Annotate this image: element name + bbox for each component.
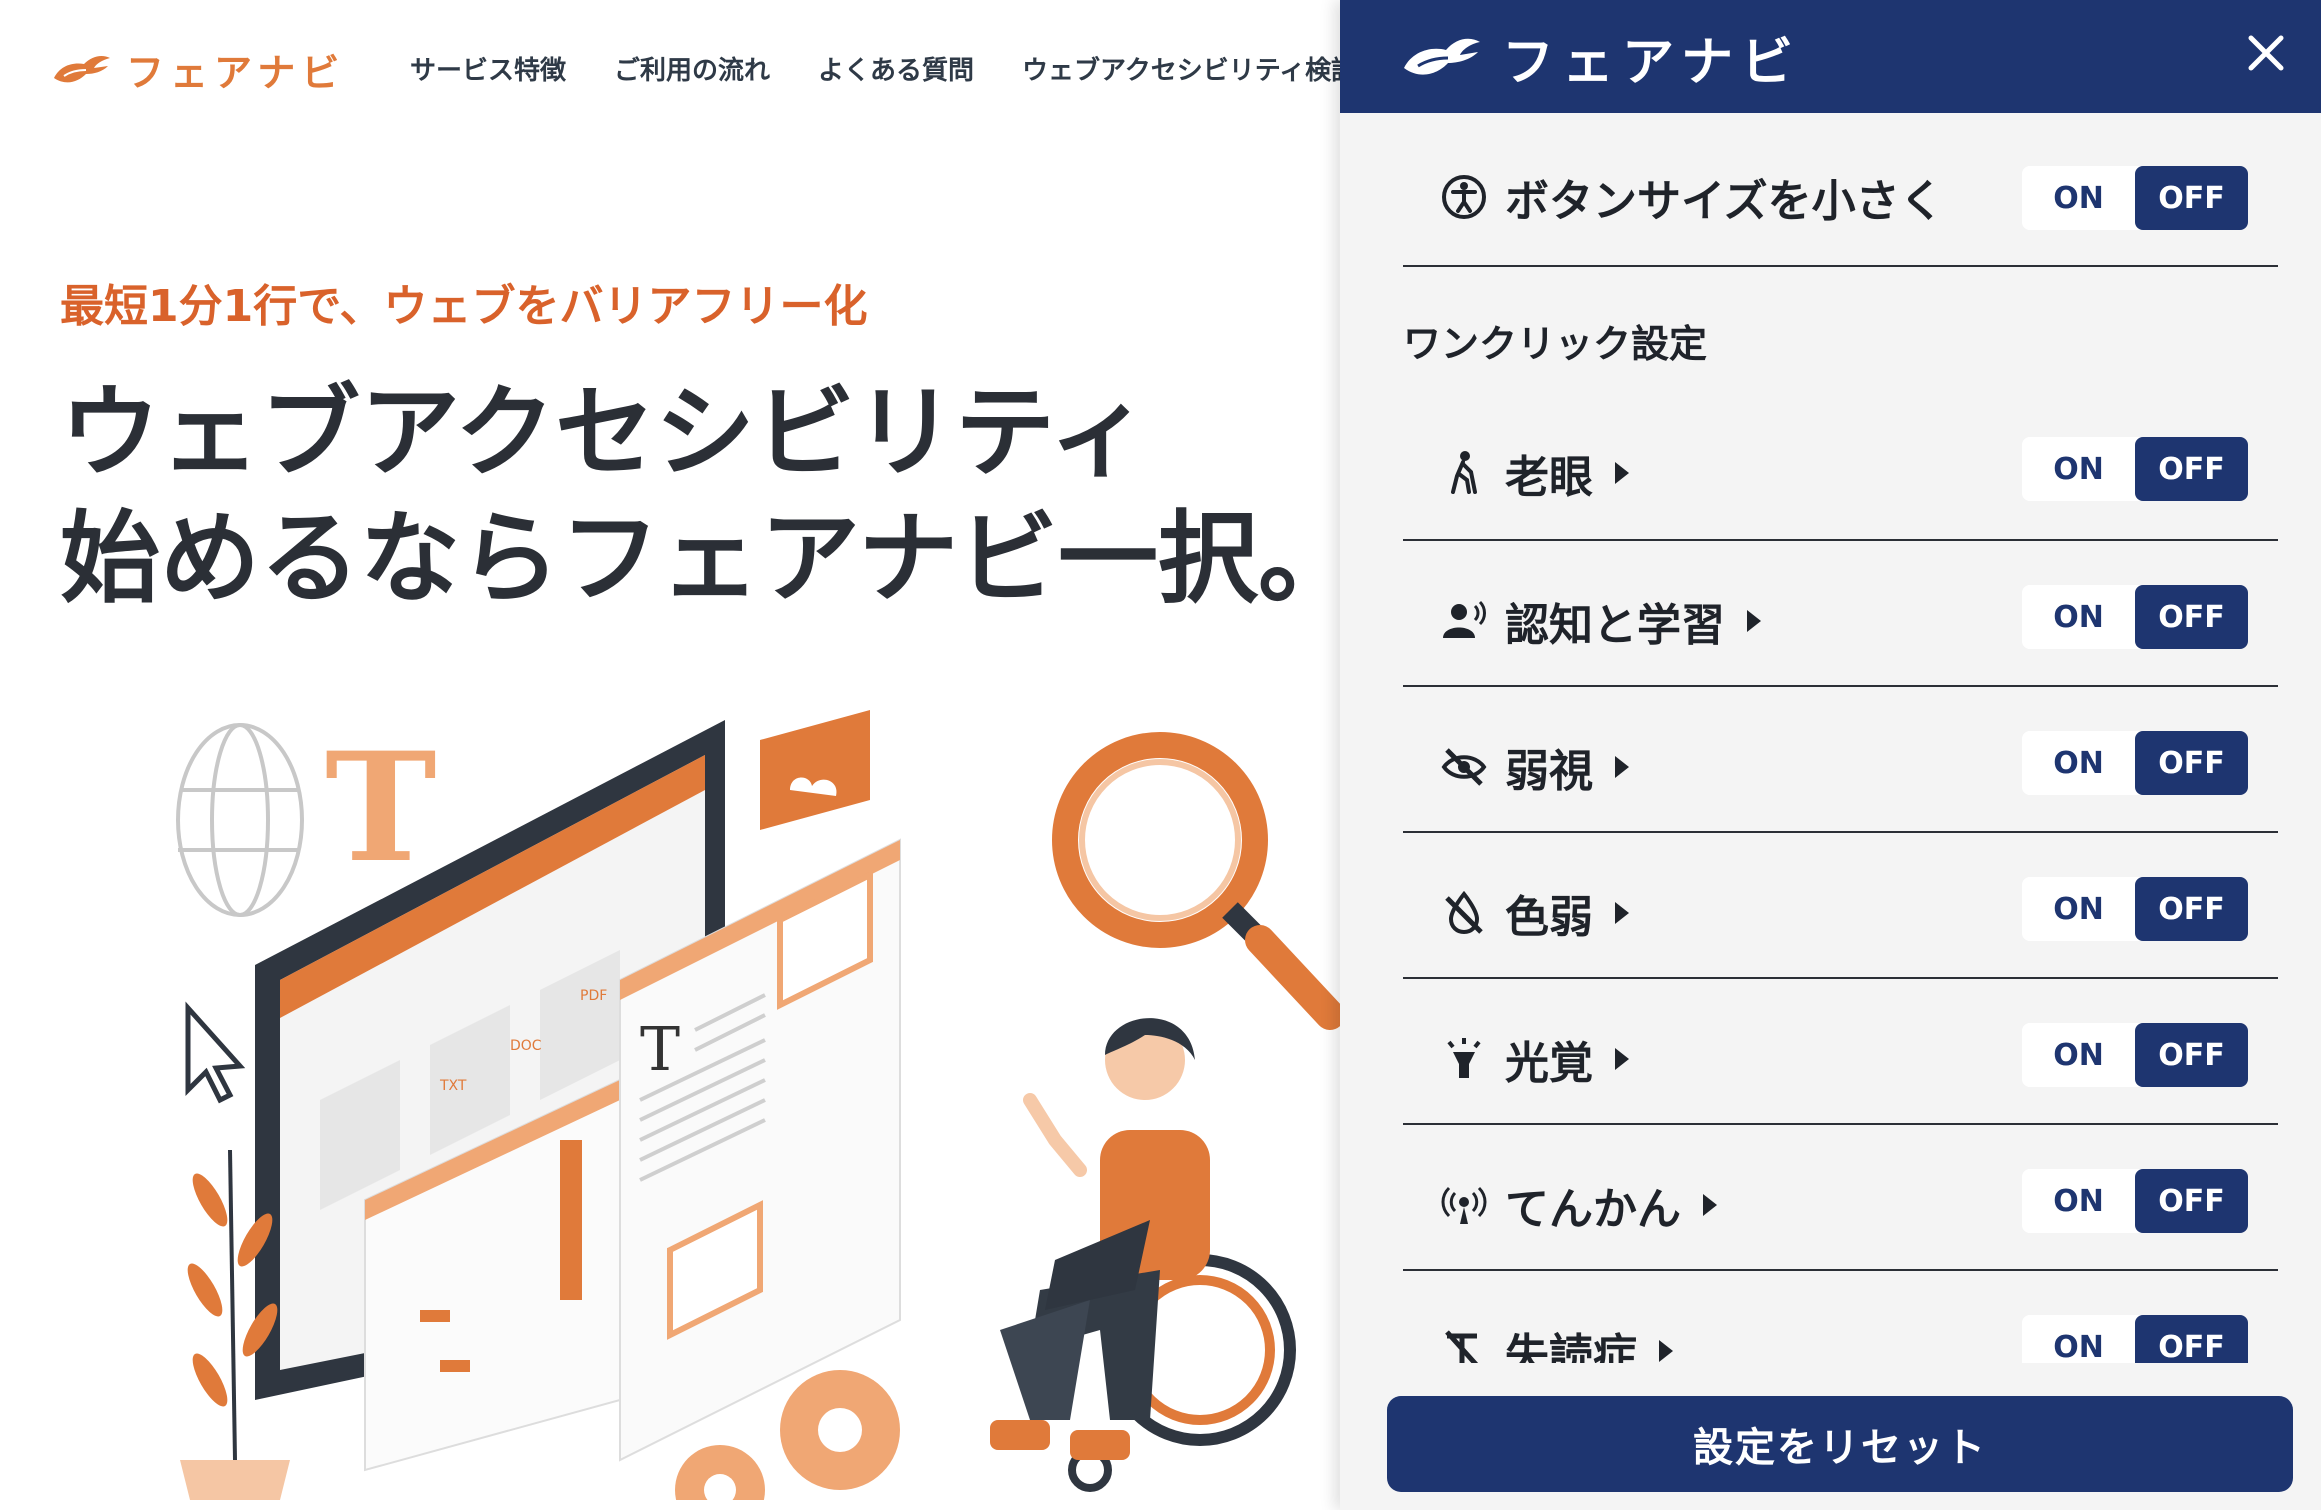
one-click-settings-title: ワンクリック設定 bbox=[1403, 322, 1708, 366]
cursor-icon bbox=[185, 1001, 246, 1104]
toggle-on-button[interactable]: ON bbox=[2022, 1315, 2135, 1363]
toggle-on-button[interactable]: ON bbox=[2022, 1169, 2135, 1233]
magnifier-icon bbox=[1052, 732, 1340, 1030]
txt-file-label: TXT bbox=[439, 1078, 467, 1094]
preset-label: てんかん bbox=[1505, 1184, 1681, 1235]
preset-toggle: ON OFF bbox=[2022, 1169, 2248, 1233]
preset-label: 認知と学習 bbox=[1505, 600, 1725, 651]
toggle-on-button[interactable]: ON bbox=[2022, 585, 2135, 649]
cloud-folder-icon bbox=[760, 710, 870, 830]
expand-arrow-icon bbox=[1659, 1340, 1673, 1362]
expand-arrow-icon bbox=[1615, 1048, 1629, 1070]
toggle-off-button[interactable]: OFF bbox=[2135, 1315, 2248, 1363]
button-size-label: ボタンサイズを小さく bbox=[1505, 176, 1944, 227]
expand-arrow-icon bbox=[1615, 756, 1629, 778]
reset-settings-button[interactable]: 設定をリセット bbox=[1387, 1396, 2293, 1492]
preset-label: 色弱 bbox=[1505, 892, 1593, 943]
preset-label: 失読症 bbox=[1505, 1330, 1637, 1363]
expand-arrow-icon bbox=[1615, 902, 1629, 924]
preset-toggle: ON OFF bbox=[2022, 731, 2248, 795]
expand-arrow-icon bbox=[1747, 610, 1761, 632]
hands-logo-icon bbox=[54, 55, 110, 82]
button-size-off[interactable]: OFF bbox=[2135, 166, 2248, 230]
preset-row-light-sensitivity: 光覚 ON OFF bbox=[1403, 979, 2278, 1125]
toggle-on-button[interactable]: ON bbox=[2022, 437, 2135, 501]
panel-logo-text: フェアナビ bbox=[1502, 33, 1801, 93]
panel-header: フェアナビ bbox=[1340, 0, 2321, 113]
toggle-off-button[interactable]: OFF bbox=[2135, 1023, 2248, 1087]
toggle-on-button[interactable]: ON bbox=[2022, 1023, 2135, 1087]
main-nav: サービス特徴 ご利用の流れ よくある質問 ウェブアクセシビリティ検証 bbox=[410, 50, 1340, 87]
close-icon[interactable] bbox=[2241, 28, 2291, 78]
nav-item-flow[interactable]: ご利用の流れ bbox=[614, 50, 770, 87]
nav-item-accessibility-check[interactable]: ウェブアクセシビリティ検証 bbox=[1022, 50, 1340, 87]
accessibility-icon bbox=[1441, 174, 1487, 220]
toggle-off-button[interactable]: OFF bbox=[2135, 877, 2248, 941]
preset-row-epilepsy: てんかん ON OFF bbox=[1403, 1125, 2278, 1271]
preset-toggle: ON OFF bbox=[2022, 1023, 2248, 1087]
hero-title-line1: ウェブアクセシビリティ bbox=[60, 374, 1149, 491]
eye-slash-icon bbox=[1441, 744, 1487, 790]
globe-icon bbox=[176, 723, 304, 917]
toggle-off-button[interactable]: OFF bbox=[2135, 731, 2248, 795]
settings-list: ボタンサイズを小さく ON OFF ワンクリック設定 老眼 ON OFF 認知と… bbox=[1340, 113, 2321, 1363]
elderly-walker-icon bbox=[1441, 450, 1487, 496]
expand-arrow-icon bbox=[1703, 1194, 1717, 1216]
hero-title-line2: 始めるならフェアナビ一択。 bbox=[60, 500, 1340, 617]
nav-item-features[interactable]: サービス特徴 bbox=[410, 50, 566, 87]
pdf-file-label: PDF bbox=[580, 988, 607, 1004]
preset-label: 老眼 bbox=[1505, 452, 1593, 503]
hero-title: ウェブアクセシビリティ 始めるならフェアナビ一択。 bbox=[60, 370, 1340, 622]
button-size-row: ボタンサイズを小さく ON OFF bbox=[1403, 113, 2278, 267]
preset-row-presbyopia: 老眼 ON OFF bbox=[1403, 383, 2278, 541]
preset-label: 光覚 bbox=[1505, 1038, 1593, 1089]
site-header: フェアナビ サービス特徴 ご利用の流れ よくある質問 ウェブアクセシビリティ検証 bbox=[0, 0, 1340, 135]
button-size-toggle: ON OFF bbox=[2022, 166, 2248, 230]
toggle-on-button[interactable]: ON bbox=[2022, 877, 2135, 941]
nav-item-faq[interactable]: よくある質問 bbox=[818, 50, 974, 87]
preset-label: 弱視 bbox=[1505, 746, 1593, 797]
preset-row-low-vision: 弱視 ON OFF bbox=[1403, 687, 2278, 833]
accessibility-panel: フェアナビ ボタンサイズを小さく ON OFF ワンクリック設定 老眼 ON O… bbox=[1340, 0, 2321, 1510]
hero-tagline: 最短1分1行で、ウェブをバリアフリー化 bbox=[60, 281, 868, 332]
site-logo[interactable]: フェアナビ bbox=[50, 42, 345, 97]
speaking-person-icon bbox=[1441, 598, 1487, 644]
preset-toggle: ON OFF bbox=[2022, 877, 2248, 941]
broadcast-icon bbox=[1441, 1182, 1487, 1228]
document-letter: T bbox=[640, 1015, 680, 1085]
toggle-on-button[interactable]: ON bbox=[2022, 731, 2135, 795]
preset-toggle: ON OFF bbox=[2022, 437, 2248, 501]
wheelchair-user-illustration bbox=[990, 1018, 1296, 1492]
toggle-off-button[interactable]: OFF bbox=[2135, 585, 2248, 649]
doc-file-label: DOC bbox=[510, 1038, 542, 1054]
preset-toggle: ON OFF bbox=[2022, 1315, 2248, 1363]
expand-arrow-icon bbox=[1615, 462, 1629, 484]
preset-row-cognitive: 認知と学習 ON OFF bbox=[1403, 541, 2278, 687]
preset-row-color-blind: 色弱 ON OFF bbox=[1403, 833, 2278, 979]
light-bulb-icon bbox=[1441, 1036, 1487, 1082]
button-size-on[interactable]: ON bbox=[2022, 166, 2135, 230]
color-drop-slash-icon bbox=[1441, 890, 1487, 936]
panel-logo: フェアナビ bbox=[1400, 20, 1801, 95]
landing-page: フェアナビ サービス特徴 ご利用の流れ よくある質問 ウェブアクセシビリティ検証… bbox=[0, 0, 1340, 1510]
text-slash-icon bbox=[1441, 1328, 1487, 1363]
preset-row-dyslexia: 失読症 ON OFF bbox=[1403, 1271, 2278, 1363]
site-logo-text: フェアナビ bbox=[126, 51, 346, 95]
letter-t-icon: T bbox=[325, 720, 437, 896]
preset-toggle: ON OFF bbox=[2022, 585, 2248, 649]
toggle-off-button[interactable]: OFF bbox=[2135, 1169, 2248, 1233]
hero-illustration: T TXT DOC PDF T bbox=[176, 710, 1340, 1500]
toggle-off-button[interactable]: OFF bbox=[2135, 437, 2248, 501]
hands-logo-icon bbox=[1404, 38, 1480, 75]
